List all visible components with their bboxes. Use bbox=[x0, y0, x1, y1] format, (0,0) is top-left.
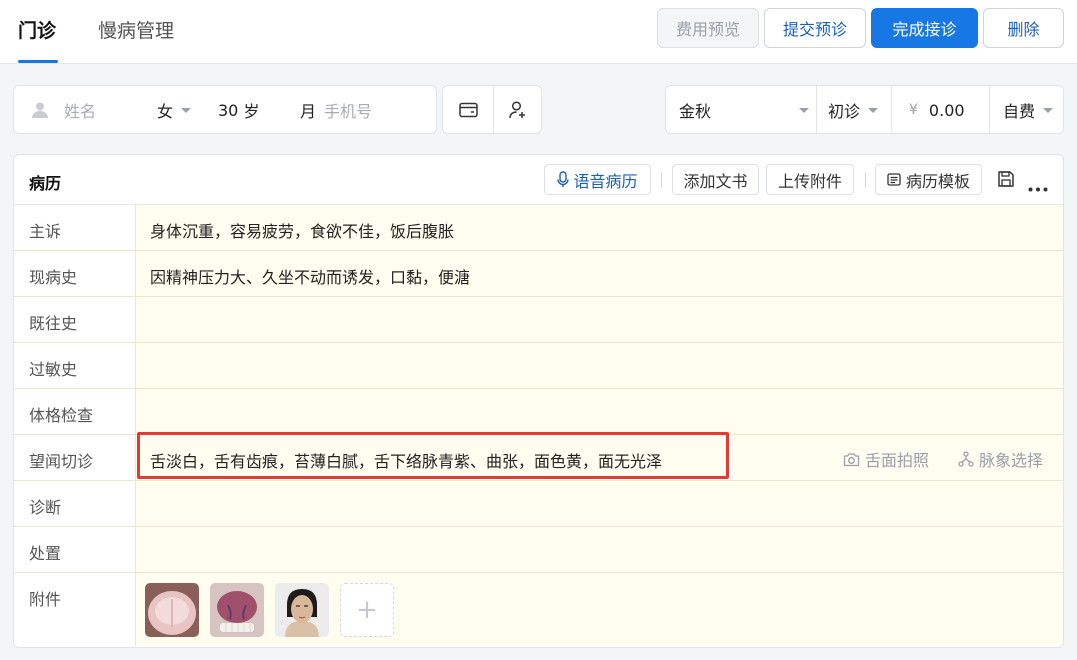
add-user-icon bbox=[508, 101, 525, 119]
age-unit: 岁 bbox=[243, 102, 260, 121]
visit-info-box: 金秋 初诊 ¥0.00 自费 bbox=[665, 85, 1064, 134]
age-value: 30 bbox=[218, 100, 239, 120]
chevron-down-icon bbox=[181, 107, 192, 113]
divider bbox=[891, 86, 892, 134]
divider bbox=[661, 172, 662, 188]
field-row-past-history: 既往史 bbox=[14, 297, 1063, 343]
diagnosis-field[interactable] bbox=[136, 481, 1063, 526]
gender-select[interactable]: 女 bbox=[157, 86, 192, 134]
field-row-present-illness: 现病史 因精神压力大、久坐不动而诱发，口黏，便溏 bbox=[14, 251, 1063, 297]
record-template-label: 病历模板 bbox=[905, 171, 970, 191]
fee-input[interactable]: ¥0.00 bbox=[909, 86, 965, 134]
add-document-button[interactable]: 添加文书 bbox=[672, 164, 759, 195]
fee-preview-button[interactable]: 费用预览 bbox=[657, 8, 759, 48]
tab-outpatient[interactable]: 门诊 bbox=[18, 16, 56, 43]
present-illness-field[interactable]: 因精神压力大、久坐不动而诱发，口黏，便溏 bbox=[136, 251, 1063, 296]
submit-precheck-button[interactable]: 提交预诊 bbox=[764, 8, 866, 48]
upload-attachment-button[interactable]: 上传附件 bbox=[766, 164, 854, 195]
fee-value: 0.00 bbox=[928, 100, 965, 120]
add-attachment-button[interactable]: + bbox=[340, 583, 394, 637]
payment-type-value: 自费 bbox=[1003, 102, 1036, 121]
add-patient-button[interactable] bbox=[494, 86, 542, 134]
divider bbox=[816, 86, 817, 134]
record-header: 病历 语音病历 添加文书 上传附件 病历模板 bbox=[14, 155, 1063, 205]
treatment-field[interactable] bbox=[136, 527, 1063, 572]
voice-record-button[interactable]: 语音病历 bbox=[544, 164, 651, 195]
physical-exam-field[interactable] bbox=[136, 389, 1063, 434]
highlight-annotation bbox=[137, 432, 729, 479]
pulse-tree-icon bbox=[958, 451, 974, 467]
delete-button[interactable]: 删除 bbox=[983, 8, 1064, 48]
chevron-down-icon bbox=[1043, 107, 1054, 113]
complete-visit-button[interactable]: 完成接诊 bbox=[871, 8, 978, 48]
visit-type-select[interactable]: 初诊 bbox=[828, 86, 879, 134]
visit-type-value: 初诊 bbox=[828, 102, 861, 121]
tongue-surface-thumbnail[interactable] bbox=[145, 583, 199, 637]
field-row-treatment: 处置 bbox=[14, 527, 1063, 573]
age-input[interactable]: 30 岁 bbox=[218, 86, 259, 134]
field-row-diagnosis: 诊断 bbox=[14, 481, 1063, 527]
tab-chronic-disease[interactable]: 慢病管理 bbox=[98, 16, 174, 43]
doctor-select[interactable]: 金秋 bbox=[679, 86, 809, 134]
camera-icon bbox=[843, 452, 860, 466]
field-label: 处置 bbox=[14, 527, 136, 572]
chevron-down-icon bbox=[799, 107, 809, 113]
sublingual-thumbnail[interactable] bbox=[210, 583, 264, 637]
field-label: 附件 bbox=[14, 573, 136, 646]
template-icon bbox=[887, 173, 901, 186]
top-bar: 门诊 慢病管理 费用预览 提交预诊 完成接诊 删除 bbox=[0, 0, 1077, 64]
field-row-allergy-history: 过敏史 bbox=[14, 343, 1063, 389]
gender-value: 女 bbox=[157, 102, 174, 121]
field-label: 现病史 bbox=[14, 251, 136, 296]
microphone-icon bbox=[557, 171, 570, 187]
tongue-photo-button[interactable]: 舌面拍照 bbox=[843, 447, 929, 471]
record-title: 病历 bbox=[29, 174, 62, 193]
chief-complaint-field[interactable]: 身体沉重，容易疲劳，食欲不佳，饭后腹胀 bbox=[136, 205, 1063, 250]
past-history-field[interactable] bbox=[136, 297, 1063, 342]
divider bbox=[865, 172, 866, 188]
field-label: 诊断 bbox=[14, 481, 136, 526]
user-icon bbox=[31, 86, 49, 134]
face-photo-thumbnail[interactable] bbox=[275, 583, 329, 637]
field-label: 过敏史 bbox=[14, 343, 136, 388]
field-label: 主诉 bbox=[14, 205, 136, 250]
phone-input[interactable]: 手机号 bbox=[324, 86, 372, 134]
name-input[interactable]: 姓名 bbox=[64, 86, 96, 134]
field-row-chief-complaint: 主诉 身体沉重，容易疲劳，食欲不佳，饭后腹胀 bbox=[14, 205, 1063, 251]
month-unit: 月 bbox=[300, 102, 317, 121]
payment-type-select[interactable]: 自费 bbox=[1003, 86, 1054, 134]
more-options-icon[interactable] bbox=[1028, 177, 1048, 196]
allergy-history-field[interactable] bbox=[136, 343, 1063, 388]
pulse-select-button[interactable]: 脉象选择 bbox=[958, 447, 1043, 471]
currency-symbol: ¥ bbox=[909, 102, 918, 118]
patient-actions-box bbox=[442, 85, 542, 134]
medical-record-card: 病历 语音病历 添加文书 上传附件 病历模板 主诉 身体沉重，容易疲劳，食欲不佳… bbox=[13, 154, 1064, 648]
field-label: 体格检查 bbox=[14, 389, 136, 434]
record-template-button[interactable]: 病历模板 bbox=[875, 164, 982, 195]
save-icon[interactable] bbox=[997, 170, 1015, 192]
voice-record-label: 语音病历 bbox=[573, 171, 638, 191]
patient-info-box: 姓名 女 30 岁 月 手机号 bbox=[13, 85, 437, 134]
wallet-icon bbox=[458, 102, 478, 118]
pulse-select-label: 脉象选择 bbox=[979, 451, 1044, 470]
field-label: 既往史 bbox=[14, 297, 136, 342]
active-tab-indicator bbox=[18, 60, 58, 63]
chevron-down-icon bbox=[868, 107, 879, 113]
tongue-photo-label: 舌面拍照 bbox=[865, 451, 930, 470]
doctor-value: 金秋 bbox=[679, 102, 712, 121]
divider bbox=[989, 86, 990, 134]
card-reader-button[interactable] bbox=[443, 86, 493, 134]
field-row-physical-exam: 体格检查 bbox=[14, 389, 1063, 435]
field-label: 望闻切诊 bbox=[14, 435, 136, 480]
